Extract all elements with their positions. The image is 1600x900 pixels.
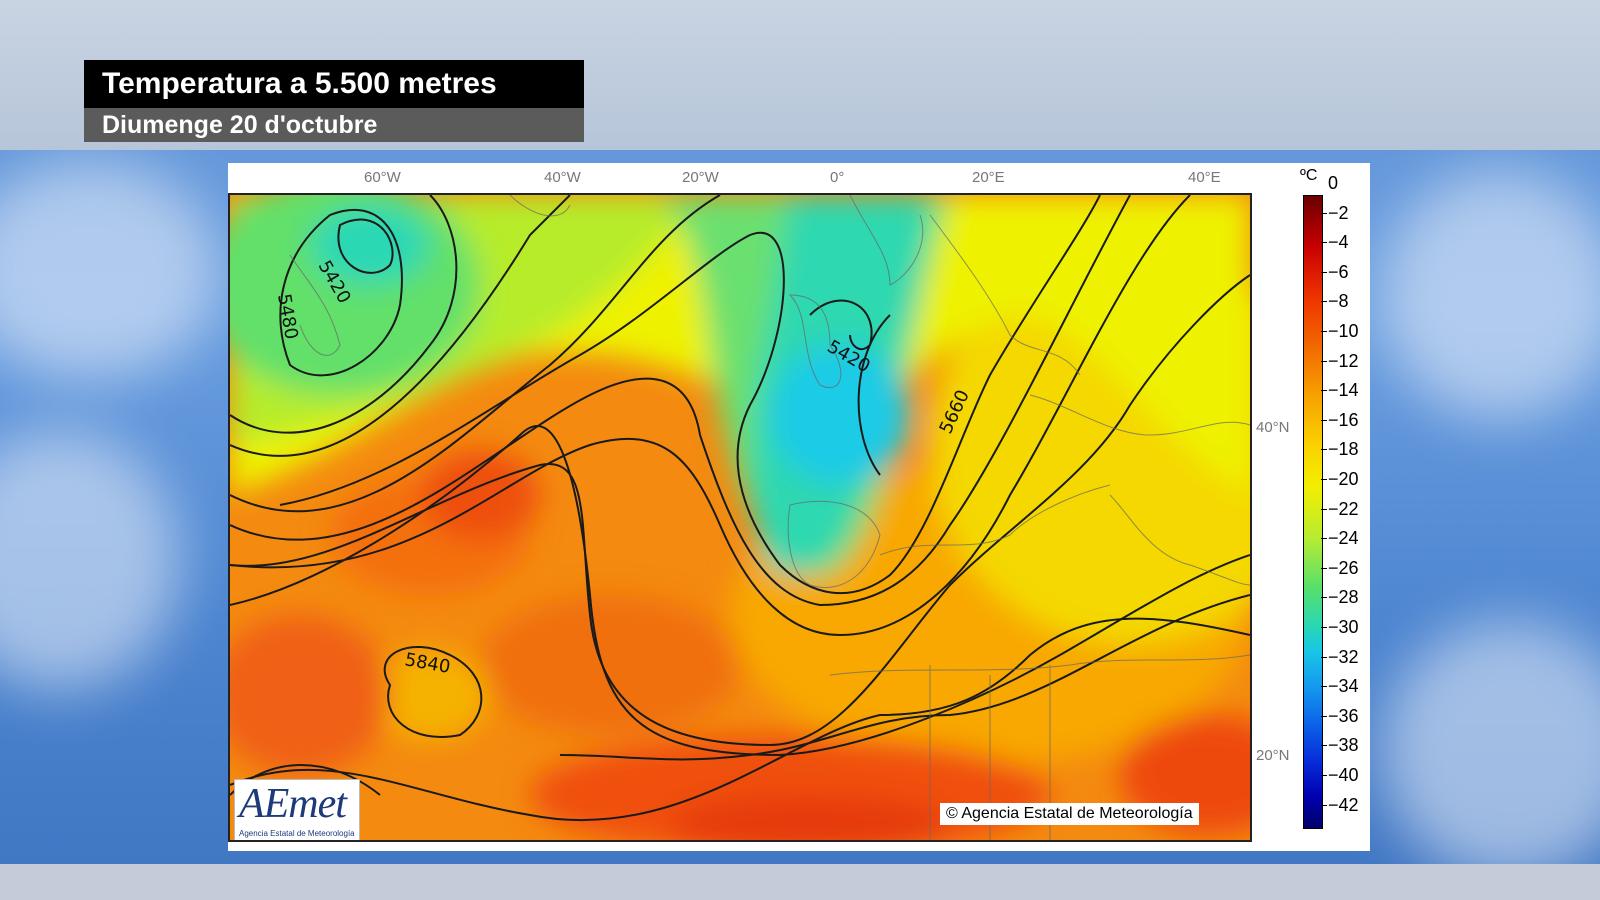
colorbar-tick-label: −2 [1328,202,1349,223]
colorbar-tick-label: −6 [1328,261,1349,282]
colorbar-tick-label: 0 [1328,173,1339,193]
colorbar-tick-label: −12 [1328,350,1359,371]
colorbar-tick-label: −4 [1328,232,1349,253]
footer-band [0,864,1600,900]
colorbar-tick [1321,804,1327,806]
colorbar-tick [1321,745,1327,747]
longitude-label: 60°W [364,169,401,186]
colorbar-tick-label: −30 [1328,617,1359,637]
colorbar-tick-label: −16 [1328,409,1359,430]
colorbar-tick [1321,597,1327,599]
colorbar-tick [1321,271,1327,273]
colorbar-tick-label: −36 [1328,705,1359,726]
colorbar-tick-label: −40 [1328,765,1359,785]
cloud-shape [1380,620,1600,880]
colorbar-tick-label: −20 [1328,469,1359,489]
colorbar-tick [1321,715,1327,717]
cloud-shape [1380,170,1600,420]
longitude-label: 0° [830,169,845,186]
colorbar-tick [1321,242,1327,244]
colorbar-tick [1321,301,1327,303]
longitude-label: 40°W [544,169,581,186]
colorbar-unit: ºC [1300,167,1318,184]
temperature-map: 5420 5480 5420 5660 5840 AEmet Agencia E… [228,193,1252,842]
colorbar-tick [1321,567,1327,569]
longitude-label: 20°E [972,169,1005,186]
colorbar-tick [1321,479,1327,480]
colorbar-tick [1321,212,1327,214]
colorbar-tick [1321,656,1327,658]
page-title: Temperatura a 5.500 metres [84,60,584,108]
longitude-label: 40°E [1188,169,1221,186]
colorbar-tick-label: −32 [1328,646,1359,667]
colorbar-tick [1321,538,1327,540]
colorbar-tick-label: −38 [1328,735,1359,756]
colorbar-tick [1321,775,1327,776]
colorbar-tick-label: −8 [1328,291,1349,312]
colorbar-tick [1321,331,1327,332]
colorbar-tick [1321,390,1327,392]
cloud-shape [0,160,220,380]
colorbar-tick-label: −14 [1328,380,1359,401]
colorbar-tick [1321,686,1327,688]
cloud-shape [0,430,180,690]
temperature-map-svg: 5420 5480 5420 5660 5840 [230,195,1250,840]
colorbar-tick-label: −18 [1328,439,1359,460]
colorbar-tick-label: −22 [1328,498,1359,519]
colorbar [1303,195,1323,829]
colorbar-tick [1321,449,1327,451]
latitude-label: 20°N [1256,747,1290,764]
logo-text: AEmet [239,781,347,827]
colorbar-tick-label: −26 [1328,557,1359,578]
colorbar-tick-label: −10 [1328,321,1359,341]
latitude-label: 40°N [1256,419,1290,436]
longitude-label: 20°W [682,169,719,186]
colorbar-tick [1321,508,1327,510]
colorbar-tick [1321,627,1327,628]
colorbar-tick-label: −42 [1328,794,1359,815]
copyright-notice: © Agencia Estatal de Meteorología [940,803,1199,825]
map-card: 60°W 40°W 20°W 0° 20°E 40°E 40°N 20°N 54… [228,163,1370,851]
colorbar-tick-label: −28 [1328,587,1359,608]
title-box: Temperatura a 5.500 metres Diumenge 20 d… [84,60,584,142]
colorbar-tick [1321,360,1327,362]
logo-subtitle: Agencia Estatal de Meteorología [239,829,355,838]
colorbar-tick [1321,419,1327,421]
colorbar-tick-label: −34 [1328,676,1359,697]
aemet-logo: AEmet Agencia Estatal de Meteorología [234,779,360,840]
colorbar-tick-label: −24 [1328,528,1359,549]
page-subtitle: Diumenge 20 d'octubre [84,108,584,142]
